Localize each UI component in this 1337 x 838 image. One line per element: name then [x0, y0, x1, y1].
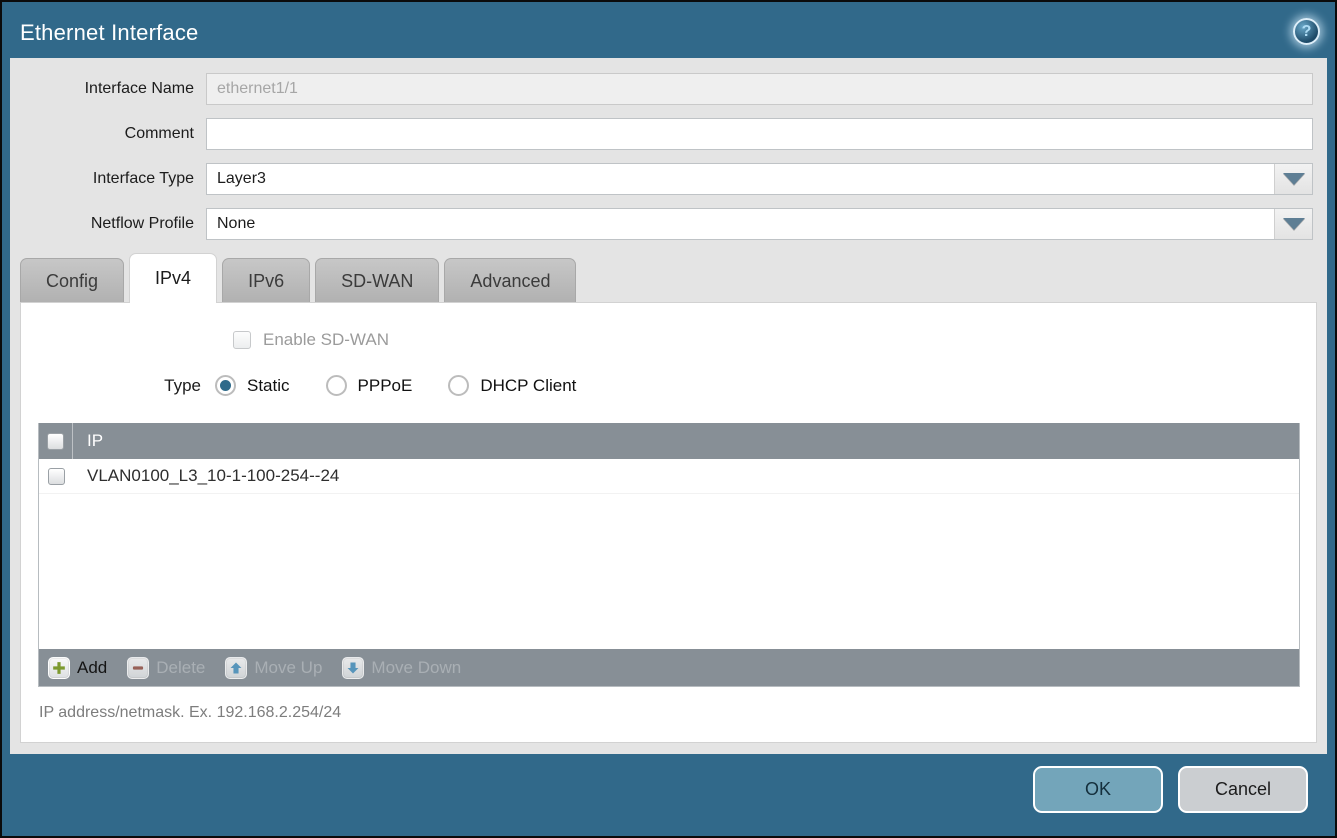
tab-ipv6[interactable]: IPv6 [222, 258, 310, 302]
ip-table: IP VLAN0100_L3_10-1-100-254--24 [38, 423, 1300, 687]
add-button[interactable]: Add [48, 657, 107, 679]
arrow-down-icon [342, 657, 364, 679]
comment-label: Comment [10, 125, 206, 143]
radio-dhcp-client-label: DHCP Client [480, 376, 576, 396]
netflow-profile-value: None [207, 209, 1274, 239]
row-checkbox-cell [39, 459, 73, 493]
radio-static-label: Static [247, 376, 290, 396]
dialog-title: Ethernet Interface [20, 20, 198, 46]
arrow-up-icon [225, 657, 247, 679]
select-all-checkbox[interactable] [47, 433, 64, 450]
interface-type-select[interactable]: Layer3 [206, 163, 1313, 195]
radio-pppoe[interactable]: PPPoE [326, 375, 413, 396]
ip-table-body: VLAN0100_L3_10-1-100-254--24 [39, 459, 1299, 649]
table-row[interactable]: VLAN0100_L3_10-1-100-254--24 [39, 459, 1299, 494]
title-bar: Ethernet Interface ? [4, 2, 1333, 58]
tab-advanced[interactable]: Advanced [444, 258, 576, 302]
ethernet-interface-dialog: Ethernet Interface ? Interface Name Comm… [0, 0, 1337, 838]
add-button-label: Add [77, 658, 107, 678]
radio-static[interactable]: Static [215, 375, 290, 396]
tab-strip: Config IPv4 IPv6 SD-WAN Advanced [20, 253, 1327, 302]
minus-icon [127, 657, 149, 679]
cancel-button[interactable]: Cancel [1178, 766, 1308, 813]
delete-button: Delete [127, 657, 205, 679]
ok-button[interactable]: OK [1033, 766, 1163, 813]
netflow-profile-select[interactable]: None [206, 208, 1313, 240]
netflow-profile-dropdown-button[interactable] [1274, 209, 1312, 239]
move-down-button-label: Move Down [371, 658, 461, 678]
type-label: Type [21, 376, 215, 396]
netflow-profile-row: Netflow Profile None [10, 208, 1313, 240]
tab-ipv4[interactable]: IPv4 [129, 253, 217, 303]
interface-type-dropdown-button[interactable] [1274, 164, 1312, 194]
radio-pppoe-control[interactable] [326, 375, 347, 396]
table-toolbar: Add Delete Move Up [39, 649, 1299, 686]
radio-dot [220, 380, 231, 391]
type-row: Type Static PPPoE DHCP Client [21, 375, 1316, 396]
ipv4-panel: Enable SD-WAN Type Static PPPoE DHCP Cli… [20, 302, 1317, 743]
dialog-body: Interface Name Comment Interface Type La… [10, 58, 1327, 754]
interface-name-label: Interface Name [10, 80, 206, 98]
chevron-down-icon [1283, 218, 1305, 230]
interface-type-label: Interface Type [10, 170, 206, 188]
ip-cell: VLAN0100_L3_10-1-100-254--24 [73, 466, 339, 486]
enable-sdwan-row: Enable SD-WAN [21, 303, 1316, 350]
comment-row: Comment [10, 118, 1313, 150]
netflow-profile-label: Netflow Profile [10, 215, 206, 233]
move-up-button-label: Move Up [254, 658, 322, 678]
comment-input[interactable] [206, 118, 1313, 150]
interface-name-row: Interface Name [10, 73, 1313, 105]
tab-sdwan[interactable]: SD-WAN [315, 258, 439, 302]
radio-static-control[interactable] [215, 375, 236, 396]
delete-button-label: Delete [156, 658, 205, 678]
move-down-button: Move Down [342, 657, 461, 679]
select-all-cell [39, 423, 73, 459]
chevron-down-icon [1283, 173, 1305, 185]
enable-sdwan-label: Enable SD-WAN [263, 330, 389, 350]
radio-dhcp-client[interactable]: DHCP Client [448, 375, 576, 396]
move-up-button: Move Up [225, 657, 322, 679]
ip-format-hint: IP address/netmask. Ex. 192.168.2.254/24 [39, 704, 1316, 722]
help-icon[interactable]: ? [1293, 18, 1320, 45]
tab-config[interactable]: Config [20, 258, 124, 302]
ip-table-header: IP [39, 423, 1299, 459]
interface-type-value: Layer3 [207, 164, 1274, 194]
enable-sdwan-checkbox [233, 331, 251, 349]
plus-icon [48, 657, 70, 679]
ip-column-header: IP [73, 431, 103, 451]
interface-type-row: Interface Type Layer3 [10, 163, 1313, 195]
radio-dhcp-client-control[interactable] [448, 375, 469, 396]
row-checkbox[interactable] [48, 468, 65, 485]
radio-pppoe-label: PPPoE [358, 376, 413, 396]
interface-name-input [206, 73, 1313, 105]
